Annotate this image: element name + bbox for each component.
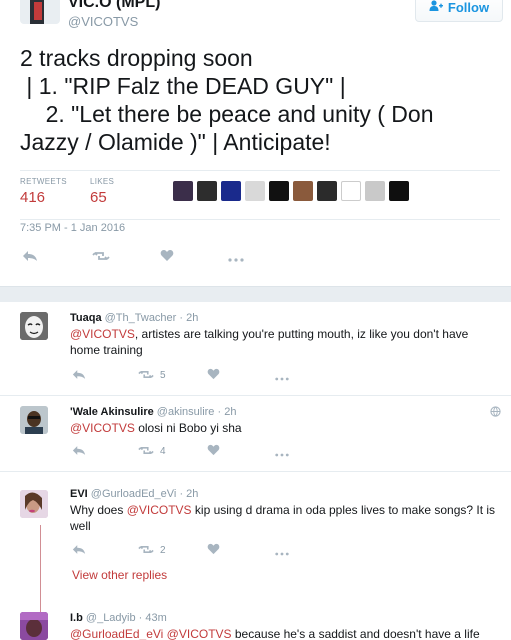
- liker-avatar[interactable]: [269, 181, 289, 201]
- reply-icon: [72, 543, 86, 558]
- like-icon: [160, 249, 174, 265]
- tweet-timestamp[interactable]: 7:35 PM - 1 Jan 2016: [20, 222, 125, 234]
- reply-item[interactable]: 'Wale Akinsulire @akinsulire · 2h @VICOT…: [0, 396, 511, 472]
- reply-time[interactable]: · 43m: [139, 612, 167, 624]
- thread-connector: [40, 525, 41, 615]
- retweet-count: 5: [160, 370, 166, 381]
- reply-name[interactable]: 'Wale Akinsulire: [70, 406, 154, 418]
- retweet-button[interactable]: [92, 250, 110, 265]
- author-handle[interactable]: @VICOTVS: [68, 14, 138, 29]
- liker-avatar[interactable]: [317, 181, 337, 201]
- like-icon: [207, 368, 220, 383]
- liker-avatar[interactable]: [173, 181, 193, 201]
- reply-button[interactable]: [22, 250, 38, 265]
- retweet-icon: [92, 250, 110, 265]
- retweet-icon: [138, 444, 154, 459]
- retweet-button[interactable]: 4: [138, 444, 166, 459]
- more-icon: [275, 369, 289, 384]
- reply-handle[interactable]: @akinsulire: [157, 406, 215, 418]
- avatar[interactable]: [20, 312, 48, 340]
- liker-avatars: [173, 181, 409, 201]
- retweet-button[interactable]: 2: [138, 543, 166, 558]
- reply-icon: [72, 368, 86, 383]
- reply-text: Why does @VICOTVS kip using d drama in o…: [70, 503, 496, 533]
- section-separator: [0, 286, 511, 302]
- follow-label: Follow: [447, 0, 490, 15]
- like-button[interactable]: [207, 444, 220, 459]
- like-icon: [207, 444, 220, 459]
- like-icon: [207, 543, 220, 558]
- reply-handle[interactable]: @_Ladyib: [86, 612, 136, 624]
- more-button[interactable]: [275, 369, 289, 384]
- reply-icon: [72, 444, 86, 459]
- liker-avatar[interactable]: [245, 181, 265, 201]
- reply-name[interactable]: I.b: [70, 612, 83, 624]
- reply-handle[interactable]: @GurloadEd_eVi: [91, 488, 177, 500]
- reply-button[interactable]: [72, 444, 86, 459]
- main-tweet: VIC.O (MPL) @VICOTVS Follow 2 tracks dro…: [0, 0, 511, 285]
- follow-person-icon: [429, 0, 443, 15]
- retweet-count: 4: [160, 446, 166, 457]
- reply-text: @GurloadEd_eVi @VICOTVS because he's a s…: [70, 627, 480, 640]
- reply-item[interactable]: I.b @_Ladyib · 43m @GurloadEd_eVi @VICOT…: [0, 604, 511, 640]
- avatar[interactable]: [20, 406, 48, 434]
- mention-link[interactable]: @VICOTVS: [70, 327, 135, 341]
- retweet-count: 2: [160, 545, 166, 556]
- like-button[interactable]: [207, 543, 220, 558]
- retweet-icon: [138, 368, 154, 383]
- more-icon: [275, 544, 289, 559]
- liker-avatar[interactable]: [389, 181, 409, 201]
- reply-header: I.b @_Ladyib · 43m: [70, 612, 167, 624]
- more-icon: [228, 250, 244, 265]
- like-button[interactable]: [207, 368, 220, 383]
- liker-avatar[interactable]: [365, 181, 385, 201]
- reply-name[interactable]: EVI: [70, 488, 88, 500]
- author-name[interactable]: VIC.O (MPL): [68, 0, 160, 12]
- reply-text: @VICOTVS olosi ni Bobo yi sha: [70, 421, 242, 435]
- like-button[interactable]: [160, 249, 174, 265]
- more-button[interactable]: [228, 250, 244, 265]
- liker-avatar[interactable]: [197, 181, 217, 201]
- mention-link[interactable]: @VICOTVS: [70, 421, 135, 435]
- reply-handle[interactable]: @Th_Twacher: [105, 312, 177, 324]
- liker-avatar[interactable]: [341, 181, 361, 201]
- liker-avatar[interactable]: [293, 181, 313, 201]
- retweet-icon: [138, 543, 154, 558]
- more-button[interactable]: [275, 445, 289, 460]
- reply-icon: [22, 250, 38, 265]
- avatar[interactable]: [20, 612, 48, 640]
- reply-header: Tuaqa @Th_Twacher · 2h: [70, 312, 198, 324]
- tweet-text: 2 tracks dropping soon | 1. "RIP Falz th…: [20, 45, 434, 155]
- reply-name[interactable]: Tuaqa: [70, 312, 102, 324]
- follow-button[interactable]: Follow: [415, 0, 503, 22]
- reply-time[interactable]: · 2h: [179, 488, 198, 500]
- mention-link[interactable]: @GurloadEd_eVi @VICOTVS: [70, 627, 232, 640]
- reply-text: @VICOTVS, artistes are talking you're pu…: [70, 327, 469, 357]
- reply-item[interactable]: Tuaqa @Th_Twacher · 2h @VICOTVS, artiste…: [0, 302, 511, 396]
- reply-header: EVI @GurloadEd_eVi · 2h: [70, 488, 198, 500]
- likes-count: 65: [90, 189, 107, 206]
- more-button[interactable]: [275, 544, 289, 559]
- retweets-count: 416: [20, 189, 46, 206]
- reply-button[interactable]: [72, 543, 86, 558]
- liker-avatar[interactable]: [221, 181, 241, 201]
- view-other-replies-link[interactable]: View other replies: [72, 568, 167, 582]
- likes-stat[interactable]: LIKES 65: [90, 177, 114, 206]
- avatar[interactable]: [20, 490, 48, 518]
- reply-time[interactable]: · 2h: [179, 312, 198, 324]
- tweet-stats: RETWEETS 416 LIKES 65: [20, 170, 500, 220]
- more-icon: [275, 445, 289, 460]
- author-avatar[interactable]: [20, 0, 60, 24]
- reply-header: 'Wale Akinsulire @akinsulire · 2h: [70, 406, 236, 418]
- retweets-stat[interactable]: RETWEETS 416: [20, 177, 67, 206]
- reply-time[interactable]: · 2h: [217, 406, 236, 418]
- retweet-button[interactable]: 5: [138, 368, 166, 383]
- reply-button[interactable]: [72, 368, 86, 383]
- mention-link[interactable]: @VICOTVS: [127, 503, 192, 517]
